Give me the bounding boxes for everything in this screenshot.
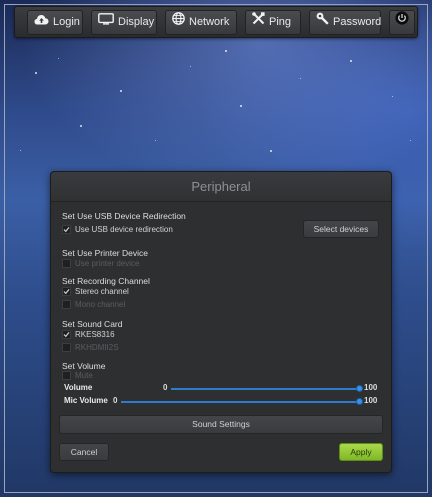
volume-min: 0 [163, 383, 168, 392]
printer-label: Use printer device [75, 258, 140, 268]
volume-slider-handle[interactable] [356, 385, 363, 392]
mic-volume-label: Mic Volume [64, 396, 108, 405]
rkes8316-label: RKES8316 [75, 329, 115, 339]
display-button[interactable]: Display [91, 10, 157, 35]
network-label: Network [189, 16, 230, 28]
mono-channel-label: Mono channel [75, 299, 126, 309]
usb-section-title: Set Use USB Device Redirection [62, 211, 186, 221]
stereo-channel-checkbox[interactable]: Stereo channel [62, 286, 129, 296]
dialog-title: Peripheral [51, 172, 391, 202]
mute-checkbox[interactable]: Mute [62, 370, 93, 380]
printer-section-title: Set Use Printer Device [62, 248, 148, 258]
star [225, 50, 227, 52]
printer-checkbox[interactable]: Use printer device [62, 258, 139, 268]
wrench-icon [316, 11, 329, 34]
network-button[interactable]: Network [165, 10, 237, 35]
mic-volume-min: 0 [113, 396, 118, 405]
checkbox-box [62, 299, 71, 309]
checkbox-box [62, 258, 71, 268]
power-icon [395, 11, 409, 34]
star [350, 60, 352, 62]
top-toolbar: Login Display Network Ping Password [14, 6, 418, 38]
star [240, 105, 242, 107]
check-icon [62, 329, 71, 339]
volume-slider-track[interactable] [171, 388, 359, 390]
apply-button[interactable]: Apply [339, 443, 383, 461]
star [35, 72, 37, 74]
star [58, 58, 59, 59]
star [155, 140, 156, 141]
stereo-channel-label: Stereo channel [75, 286, 129, 296]
login-label: Login [53, 16, 80, 28]
password-button[interactable]: Password [309, 10, 381, 35]
cancel-button[interactable]: Cancel [59, 443, 109, 461]
volume-label: Volume [64, 383, 93, 392]
volume-max: 100 [364, 383, 378, 392]
mic-volume-slider-track[interactable] [121, 401, 359, 403]
sound-settings-button[interactable]: Sound Settings [59, 415, 383, 434]
power-button[interactable] [389, 10, 415, 35]
login-button[interactable]: Login [27, 10, 83, 35]
display-label: Display [118, 16, 155, 28]
rkhdmii2s-checkbox[interactable]: RKHDMII2S [62, 342, 119, 352]
star [190, 66, 191, 67]
rkes8316-checkbox[interactable]: RKES8316 [62, 329, 115, 339]
globe-icon [172, 11, 185, 34]
star [410, 140, 411, 141]
usb-redirection-checkbox[interactable]: Use USB device redirection [62, 224, 173, 234]
select-devices-button[interactable]: Select devices [303, 220, 379, 238]
ping-button[interactable]: Ping [245, 10, 301, 35]
star [20, 150, 21, 151]
mono-channel-checkbox[interactable]: Mono channel [62, 299, 125, 309]
peripheral-dialog: Peripheral Set Use USB Device Redirectio… [50, 171, 392, 473]
mic-volume-max: 100 [364, 396, 378, 405]
star [270, 150, 272, 152]
check-icon [62, 224, 71, 234]
usb-redirection-label: Use USB device redirection [75, 224, 173, 234]
recording-section-title: Set Recording Channel [62, 276, 150, 286]
star [80, 125, 82, 127]
mic-volume-slider-handle[interactable] [356, 398, 363, 405]
mute-label: Mute [75, 370, 93, 380]
sound-card-section-title: Set Sound Card [62, 319, 123, 329]
monitor-icon [98, 11, 114, 34]
tools-icon [252, 11, 265, 34]
rkhdmii2s-label: RKHDMII2S [75, 342, 119, 352]
ping-label: Ping [269, 16, 292, 28]
password-label: Password [333, 16, 382, 28]
star [120, 90, 122, 92]
check-icon [62, 286, 71, 296]
star [392, 96, 393, 97]
checkbox-box [62, 370, 71, 380]
cloud-upload-icon [34, 11, 49, 34]
checkbox-box [62, 342, 71, 352]
star [300, 78, 301, 79]
